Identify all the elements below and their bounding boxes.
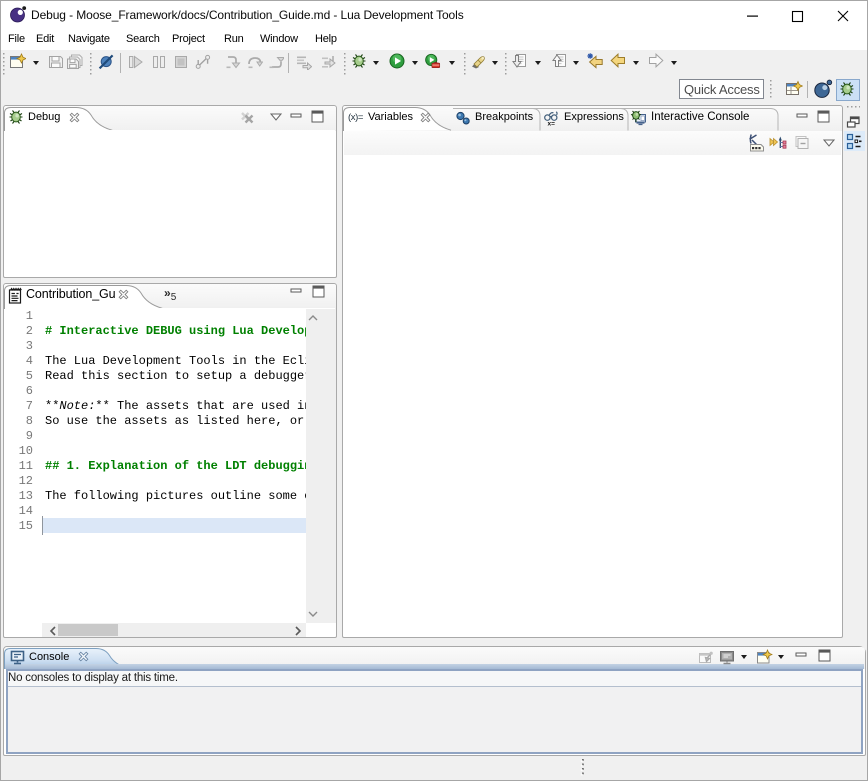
svg-text:x=: x=	[548, 121, 556, 128]
